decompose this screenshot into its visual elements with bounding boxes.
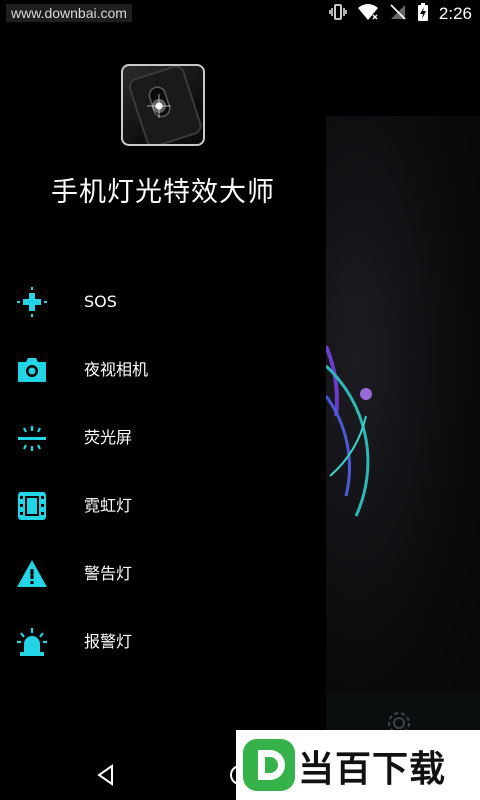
- menu-label: 荧光屏: [84, 428, 133, 447]
- no-signal-icon: [389, 3, 407, 25]
- alarm-light-icon: [16, 626, 48, 658]
- battery-charging-icon: [417, 2, 429, 26]
- app-logo: [121, 64, 205, 146]
- screen-light-icon: [16, 422, 48, 454]
- menu-label: 霓虹灯: [84, 496, 133, 515]
- camera-icon: [16, 354, 48, 386]
- menu-label: 夜视相机: [84, 360, 149, 379]
- menu-item-sos[interactable]: SOS: [0, 272, 326, 332]
- light-ring-graphic: [324, 345, 372, 517]
- logo-d-icon: [242, 738, 296, 796]
- menu-item-alarm-light[interactable]: 报警灯: [0, 612, 326, 672]
- film-icon: [16, 490, 48, 522]
- app-title: 手机灯光特效大师: [51, 177, 275, 208]
- watermark-url: www.downbai.com: [6, 4, 132, 22]
- menu-item-fluorescent-screen[interactable]: 荧光屏: [0, 408, 326, 468]
- background-panel: [324, 116, 480, 720]
- menu-label: SOS: [84, 292, 117, 311]
- clock: 2:26: [438, 4, 472, 23]
- menu-label: 报警灯: [84, 632, 133, 651]
- vibrate-icon: [329, 3, 347, 25]
- ad-watermark-text: 当百下载: [298, 749, 447, 790]
- status-icons: 2:26: [329, 3, 472, 25]
- menu-label: 警告灯: [84, 564, 133, 583]
- back-icon[interactable]: [94, 763, 118, 787]
- ad-watermark: 当百下载: [236, 730, 480, 800]
- menu-item-neon-light[interactable]: 霓虹灯: [0, 476, 326, 536]
- sos-cross-icon: [16, 286, 48, 318]
- wifi-icon: [357, 3, 379, 25]
- status-bar: www.downbai.com 2:26: [0, 0, 480, 28]
- warning-icon: [16, 558, 48, 590]
- menu-item-warning-light[interactable]: 警告灯: [0, 544, 326, 604]
- menu-item-night-camera[interactable]: 夜视相机: [0, 340, 326, 400]
- navigation-drawer: 手机灯光特效大师 SOS 夜视相机 荧光屏 霓虹灯 警告灯 报警灯: [0, 28, 326, 750]
